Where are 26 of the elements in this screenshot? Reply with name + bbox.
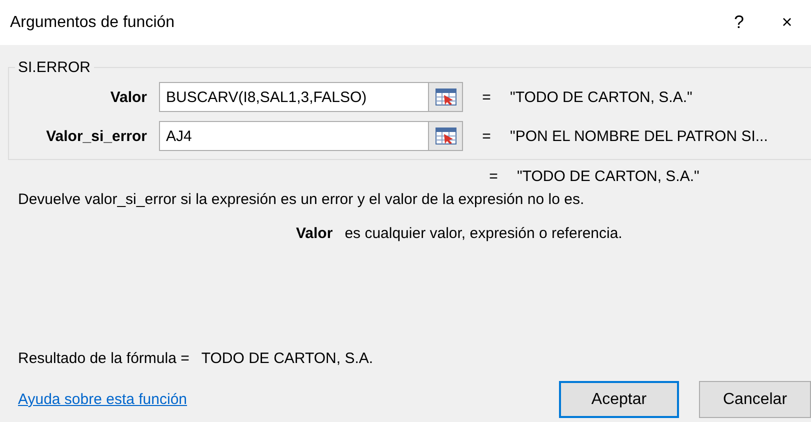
- window-title: Argumentos de función: [10, 14, 176, 32]
- range-select-button[interactable]: [429, 82, 463, 112]
- argument-field[interactable]: AJ4: [159, 121, 429, 151]
- argument-field[interactable]: BUSCARV(I8,SAL1,3,FALSO): [159, 82, 429, 112]
- argument-result: "TODO DE CARTON, S.A.": [510, 88, 692, 106]
- equals-sign: =: [481, 88, 492, 106]
- range-select-button[interactable]: [429, 121, 463, 151]
- ok-button[interactable]: Aceptar: [559, 381, 679, 418]
- argument-description: es cualquier valor, expresión o referencia.: [344, 225, 622, 242]
- close-button[interactable]: ×: [763, 0, 811, 45]
- argument-label: Valor: [109, 88, 148, 106]
- help-button[interactable]: ?: [715, 0, 763, 45]
- formula-result-value: TODO DE CARTON, S.A.: [201, 350, 374, 367]
- range-select-icon: [434, 127, 456, 145]
- argument-name: Valor: [296, 225, 333, 242]
- function-description: Devuelve valor_si_error si la expresión es un error y el valor de la expresión no lo es.: [18, 191, 586, 208]
- cancel-button[interactable]: Cancelar: [699, 381, 811, 418]
- equals-sign: =: [488, 168, 499, 185]
- function-name: SI.ERROR: [17, 59, 92, 76]
- argument-result: "PON EL NOMBRE DEL PATRON SI...: [510, 128, 768, 144]
- function-result: "TODO DE CARTON, S.A.": [517, 168, 700, 185]
- help-link[interactable]: Ayuda sobre esta función: [18, 391, 559, 408]
- equals-sign: =: [481, 128, 492, 144]
- range-select-icon: [434, 88, 456, 106]
- formula-result-label: Resultado de la fórmula =: [18, 350, 190, 367]
- argument-label: Valor_si_error: [45, 128, 148, 144]
